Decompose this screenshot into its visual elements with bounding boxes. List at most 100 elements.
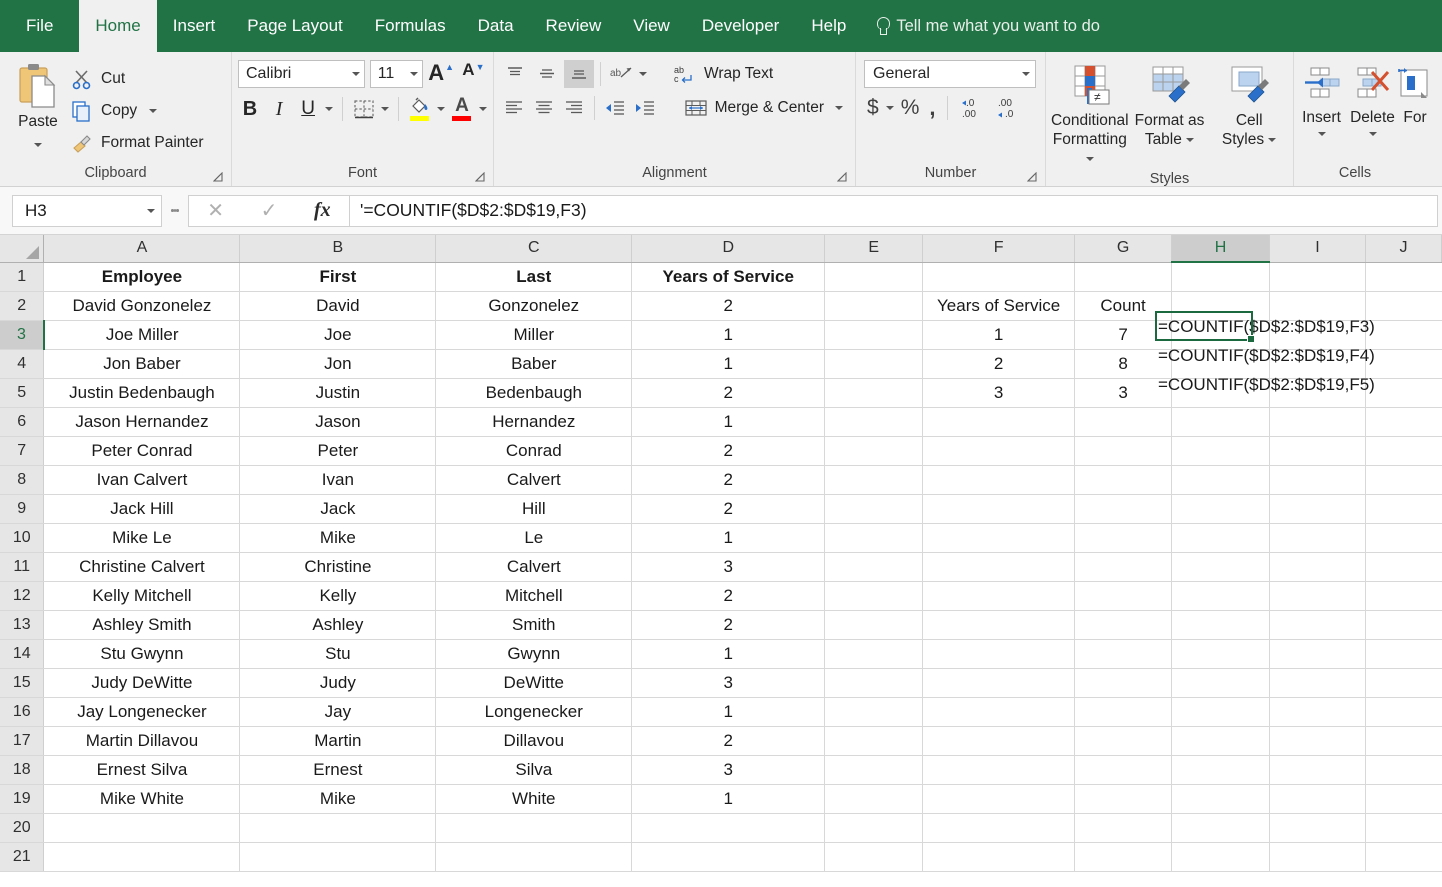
row-header-14[interactable]: 14 bbox=[0, 639, 45, 669]
cell-H14[interactable] bbox=[1171, 639, 1270, 669]
cell-A17[interactable]: Martin Dillavou bbox=[43, 726, 241, 756]
cell-A19[interactable]: Mike White bbox=[43, 784, 241, 814]
cell-J20[interactable] bbox=[1365, 813, 1442, 843]
row-header-1[interactable]: 1 bbox=[0, 262, 45, 292]
cell-H16[interactable] bbox=[1171, 697, 1270, 727]
cell-C11[interactable]: Calvert bbox=[435, 552, 633, 582]
cell-A8[interactable]: Ivan Calvert bbox=[43, 465, 241, 495]
cell-A13[interactable]: Ashley Smith bbox=[43, 610, 241, 640]
cell-D11[interactable]: 3 bbox=[631, 552, 826, 582]
cell-B9[interactable]: Jack bbox=[239, 494, 437, 524]
cell-J11[interactable] bbox=[1365, 552, 1442, 582]
cell-J7[interactable] bbox=[1365, 436, 1442, 466]
cell-H1[interactable] bbox=[1171, 262, 1270, 292]
align-left-button[interactable] bbox=[500, 94, 528, 122]
number-format-dropdown-icon[interactable] bbox=[1022, 72, 1030, 76]
row-header-4[interactable]: 4 bbox=[0, 349, 45, 379]
cell-B3[interactable]: Joe bbox=[239, 320, 437, 350]
font-name-dropdown-icon[interactable] bbox=[351, 72, 360, 76]
cell-F5[interactable]: 3 bbox=[922, 378, 1076, 408]
cell-J18[interactable] bbox=[1365, 755, 1442, 785]
column-header-d[interactable]: D bbox=[631, 235, 826, 263]
cell-B2[interactable]: David bbox=[239, 291, 437, 321]
cell-C12[interactable]: Mitchell bbox=[435, 581, 633, 611]
cell-F15[interactable] bbox=[922, 668, 1076, 698]
cell-B13[interactable]: Ashley bbox=[239, 610, 437, 640]
cell-A1[interactable]: Employee bbox=[43, 262, 241, 292]
cell-I1[interactable] bbox=[1269, 262, 1366, 292]
cell-G1[interactable] bbox=[1074, 262, 1173, 292]
cell-G20[interactable] bbox=[1074, 813, 1173, 843]
cell-E3[interactable] bbox=[824, 320, 924, 350]
cell-H19[interactable] bbox=[1171, 784, 1270, 814]
row-header-20[interactable]: 20 bbox=[0, 813, 45, 843]
column-header-g[interactable]: G bbox=[1074, 235, 1173, 263]
paste-dropdown-icon[interactable] bbox=[34, 142, 42, 147]
insert-dropdown-icon[interactable] bbox=[1317, 132, 1326, 136]
cell-D16[interactable]: 1 bbox=[631, 697, 826, 727]
cell-F8[interactable] bbox=[922, 465, 1076, 495]
name-box-dropdown-icon[interactable] bbox=[147, 208, 155, 213]
cell-J9[interactable] bbox=[1365, 494, 1442, 524]
cell-B12[interactable]: Kelly bbox=[239, 581, 437, 611]
insert-function-icon[interactable]: fx bbox=[314, 199, 331, 222]
cell-E2[interactable] bbox=[824, 291, 924, 321]
cell-F9[interactable] bbox=[922, 494, 1076, 524]
cell-D17[interactable]: 2 bbox=[631, 726, 826, 756]
cell-C6[interactable]: Hernandez bbox=[435, 407, 633, 437]
cell-J13[interactable] bbox=[1365, 610, 1442, 640]
cell-A4[interactable]: Jon Baber bbox=[43, 349, 241, 379]
cell-C3[interactable]: Miller bbox=[435, 320, 633, 350]
cell-F18[interactable] bbox=[922, 755, 1076, 785]
decrease-indent-button[interactable] bbox=[601, 94, 629, 122]
font-color-button[interactable]: A bbox=[450, 95, 474, 123]
cell-G10[interactable] bbox=[1074, 523, 1173, 553]
cell-H9[interactable] bbox=[1171, 494, 1270, 524]
row-header-16[interactable]: 16 bbox=[0, 697, 45, 727]
cell-J15[interactable] bbox=[1365, 668, 1442, 698]
cell-J19[interactable] bbox=[1365, 784, 1442, 814]
row-header-6[interactable]: 6 bbox=[0, 407, 45, 437]
cell-G11[interactable] bbox=[1074, 552, 1173, 582]
align-right-button[interactable] bbox=[560, 94, 588, 122]
cell-H18[interactable] bbox=[1171, 755, 1270, 785]
cell-D21[interactable] bbox=[631, 842, 826, 872]
cell-F14[interactable] bbox=[922, 639, 1076, 669]
cell-B7[interactable]: Peter bbox=[239, 436, 437, 466]
cell-I14[interactable] bbox=[1269, 639, 1366, 669]
cell-H13[interactable] bbox=[1171, 610, 1270, 640]
orientation-button[interactable]: ab bbox=[607, 60, 637, 88]
font-dialog-launcher-icon[interactable] bbox=[475, 172, 485, 182]
cell-E18[interactable] bbox=[824, 755, 924, 785]
conditional-formatting-button[interactable]: ≠ Conditional Formatting bbox=[1050, 58, 1130, 168]
select-all-corner[interactable] bbox=[0, 235, 45, 263]
align-top-button[interactable] bbox=[500, 60, 530, 88]
cell-B17[interactable]: Martin bbox=[239, 726, 437, 756]
cell-C21[interactable] bbox=[435, 842, 633, 872]
underline-button[interactable]: U bbox=[296, 95, 320, 123]
cell-G17[interactable] bbox=[1074, 726, 1173, 756]
comma-style-button[interactable]: , bbox=[926, 95, 938, 121]
italic-button[interactable]: I bbox=[267, 95, 291, 123]
cell-J16[interactable] bbox=[1365, 697, 1442, 727]
cell-A3[interactable]: Joe Miller bbox=[43, 320, 241, 350]
cell-I18[interactable] bbox=[1269, 755, 1366, 785]
borders-dropdown-icon[interactable] bbox=[381, 107, 390, 111]
cell-A18[interactable]: Ernest Silva bbox=[43, 755, 241, 785]
name-box[interactable]: H3 bbox=[12, 194, 162, 227]
cell-H20[interactable] bbox=[1171, 813, 1270, 843]
cell-I8[interactable] bbox=[1269, 465, 1366, 495]
cell-I6[interactable] bbox=[1269, 407, 1366, 437]
cell-A11[interactable]: Christine Calvert bbox=[43, 552, 241, 582]
cell-C14[interactable]: Gwynn bbox=[435, 639, 633, 669]
decrease-font-size-button[interactable]: A ▼ bbox=[460, 60, 487, 88]
row-header-15[interactable]: 15 bbox=[0, 668, 45, 698]
cell-E8[interactable] bbox=[824, 465, 924, 495]
cell-C8[interactable]: Calvert bbox=[435, 465, 633, 495]
cell-A14[interactable]: Stu Gwynn bbox=[43, 639, 241, 669]
align-middle-button[interactable] bbox=[532, 60, 562, 88]
cell-D4[interactable]: 1 bbox=[631, 349, 826, 379]
accounting-format-button[interactable]: $ bbox=[864, 95, 882, 121]
cell-C15[interactable]: DeWitte bbox=[435, 668, 633, 698]
cell-A12[interactable]: Kelly Mitchell bbox=[43, 581, 241, 611]
